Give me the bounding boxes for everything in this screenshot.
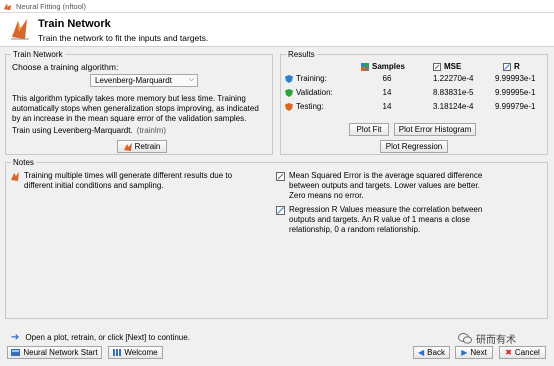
plot-regression-label: Plot Regression [385,142,443,151]
testing-r: 9.99979e-1 [495,102,536,111]
train-function-name: (trainlm) [136,126,166,135]
nn-start-icon [11,349,21,356]
back-label: Back [427,348,445,357]
next-button[interactable]: ▶ Next [455,346,493,359]
plot-fit-button[interactable]: Plot Fit [349,123,389,136]
validation-samples: 14 [382,88,392,97]
cancel-label: Cancel [514,348,540,357]
note-regression: Regression R Values measure the correlat… [289,205,483,234]
footer-hint: ➔ Open a plot, retrain, or click [Next] … [11,332,190,343]
results-row-testing: Testing: 14 3.18124e-4 9.99979e-1 [285,102,545,113]
window-titlebar: Neural Fitting (nftool) [0,0,554,13]
train-using-line: Train using Levenberg-Marquardt. (trainlm… [12,126,166,135]
training-r: 9.99993e-1 [495,74,536,83]
mse-header-label: MSE [444,62,462,71]
validation-label: Validation: [296,88,333,97]
next-label: Next [470,348,487,357]
welcome-label: Welcome [124,348,158,357]
train-using-label: Train using Levenberg-Marquardt. [12,126,133,135]
testing-label: Testing: [296,102,324,111]
plot-error-histogram-button[interactable]: Plot Error Histogram [394,123,476,136]
nn-start-label: Neural Network Start [23,348,98,357]
plot-error-histogram-label: Plot Error Histogram [398,125,472,134]
choose-algorithm-label: Choose a training algorithm: [12,62,119,72]
watermark-text: 研而有术 [476,335,516,346]
samples-header-label: Samples [372,62,405,71]
training-algorithm-select[interactable]: Levenberg-Marquardt ⌵ [90,74,198,87]
results-row-training: Training: 66 1.22270e-4 9.99993e-1 [285,74,545,85]
plot-regression-button[interactable]: Plot Regression [380,140,448,153]
wechat-icon [458,333,472,344]
arrow-right-icon: ➔ [11,332,20,343]
training-mse: 1.22270e-4 [433,74,474,83]
r-column-header: R [503,62,520,71]
welcome-button[interactable]: Welcome [108,346,163,359]
mse-column-header: MSE [433,62,461,71]
training-shield-icon [285,75,293,83]
watermark: 研而有术 [458,331,516,346]
notes-panel: Notes Training multiple times will gener… [5,158,548,319]
page-title: Train Network [38,18,111,30]
note-mse: Mean Squared Error is the average square… [289,171,483,200]
training-label: Training: [296,74,327,83]
footer-hint-text: Open a plot, retrain, or click [Next] to… [25,333,190,342]
retrain-label: Retrain [134,142,161,151]
samples-icon [361,62,369,71]
r-header-label: R [514,62,520,71]
retrain-icon [123,142,132,151]
notes-panel-title: Notes [11,158,36,167]
testing-mse: 3.18124e-4 [433,102,474,111]
matlab-app-icon [3,3,12,10]
regression-icon [503,62,511,71]
train-network-panel: Train Network Choose a training algorith… [5,50,273,155]
testing-shield-icon [285,103,293,111]
train-network-panel-title: Train Network [11,50,65,59]
note-training-multiple: Training multiple times will generate di… [24,171,233,190]
back-button[interactable]: ◀ Back [413,346,450,359]
arrow-right-icon: ▶ [461,348,468,357]
regression-note-icon [276,206,285,215]
training-note-icon [11,172,19,181]
window-title: Neural Fitting (nftool) [16,1,87,11]
page-header: Train Network Train the network to fit t… [0,13,554,47]
results-panel: Results Samples MSE R Training: 66 1.222… [280,50,548,155]
training-icon [11,19,29,40]
mse-icon [433,62,441,71]
training-samples: 66 [382,74,392,83]
plot-fit-label: Plot Fit [356,125,382,134]
close-icon: ✖ [505,348,512,357]
samples-column-header: Samples [361,62,405,71]
mse-note-icon [276,172,285,181]
welcome-icon [113,349,122,356]
cancel-button[interactable]: ✖ Cancel [499,346,546,359]
testing-samples: 14 [382,102,392,111]
training-algorithm-value: Levenberg-Marquardt [95,76,172,85]
results-row-validation: Validation: 14 8.83831e-5 9.99995e-1 [285,88,545,99]
page-subtitle: Train the network to fit the inputs and … [38,33,209,43]
results-panel-title: Results [286,50,317,59]
retrain-button[interactable]: Retrain [117,140,167,153]
algorithm-description: This algorithm typically takes more memo… [12,94,259,123]
arrow-left-icon: ◀ [418,348,425,357]
validation-mse: 8.83831e-5 [433,88,474,97]
neural-network-start-button[interactable]: Neural Network Start [7,346,102,359]
validation-shield-icon [285,89,293,97]
validation-r: 9.99995e-1 [495,88,536,97]
chevron-down-icon: ⌵ [188,76,194,83]
